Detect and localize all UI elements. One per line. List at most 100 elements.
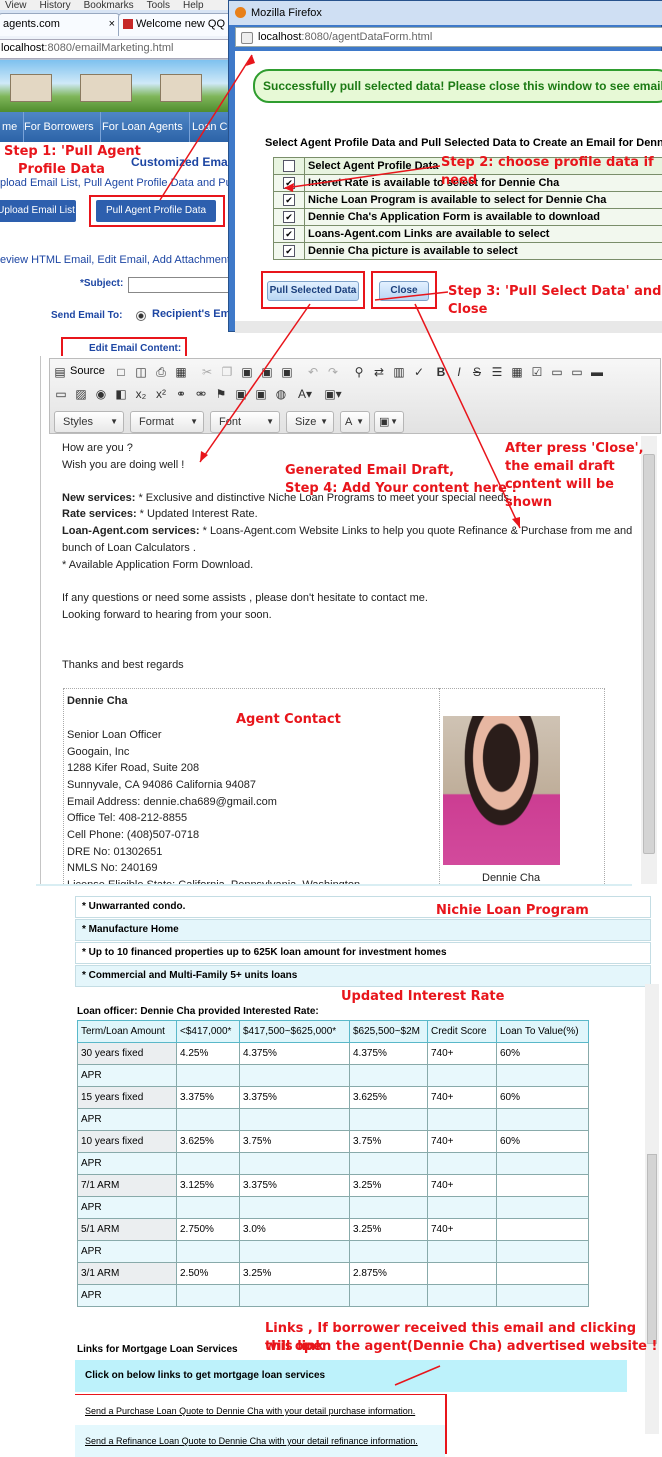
bold-icon[interactable]: B <box>434 365 448 379</box>
text-color-dropdown[interactable]: A▼ <box>340 411 370 433</box>
flash-icon[interactable]: ◉ <box>94 387 108 401</box>
replace-icon[interactable]: ⇄ <box>372 365 386 379</box>
subject-input[interactable] <box>128 277 232 293</box>
nav-loan[interactable]: Loan C <box>186 112 233 142</box>
bg-color-dropdown[interactable]: ▣▼ <box>374 411 404 433</box>
checkbox-rate[interactable]: ✔ <box>283 177 295 189</box>
agent-dre: DRE No: 01302651 <box>67 846 162 858</box>
editor-scrollbar-thumb[interactable] <box>643 454 655 854</box>
link-icon[interactable]: ⚭ <box>174 387 188 401</box>
close-icon[interactable]: × <box>109 14 115 34</box>
paste-text-icon[interactable]: ▣ <box>260 365 274 379</box>
styles-dropdown[interactable]: Styles▼ <box>54 411 124 433</box>
recipient-radio[interactable] <box>136 311 146 321</box>
page-subheading: pload Email List, Pull Agent Profile Dat… <box>0 177 237 189</box>
paste-icon[interactable]: ▣ <box>234 387 248 401</box>
paste-icon[interactable]: ▣ <box>240 365 254 379</box>
rate-cell <box>428 1263 497 1285</box>
image-icon[interactable]: ▭ <box>550 365 564 379</box>
globe-icon[interactable]: ◍ <box>274 387 288 401</box>
find-icon[interactable]: ⚲ <box>352 365 366 379</box>
redo-icon[interactable]: ↷ <box>326 365 340 379</box>
popup-url-field[interactable]: localhost:8080/agentDataForm.html <box>235 27 662 47</box>
rate-cell: APR <box>78 1285 177 1307</box>
chevron-down-icon: ▼ <box>110 412 118 432</box>
rate-row: 10 years fixed3.625%3.75%3.75%740+60% <box>78 1131 589 1153</box>
loan-program-section: * Unwarranted condo. * Manufacture Home … <box>40 884 662 1450</box>
checkbox-picture[interactable]: ✔ <box>283 245 295 257</box>
rate-row: APR <box>78 1109 589 1131</box>
rate-cell: 30 years fixed <box>78 1043 177 1065</box>
rate-row: APR <box>78 1065 589 1087</box>
strike-icon[interactable]: S <box>470 365 484 379</box>
unlink-icon[interactable]: ⚮ <box>194 387 208 401</box>
templates-icon[interactable]: ▦ <box>174 365 188 379</box>
image-insert-icon[interactable]: ▨ <box>74 387 88 401</box>
agent-company: Googain, Inc <box>67 746 129 758</box>
chevron-down-icon: ▼ <box>390 412 398 432</box>
select-all-checkbox[interactable] <box>283 160 295 172</box>
clear-format-icon[interactable]: ◧ <box>114 387 128 401</box>
step2-annotation: Step 2: choose profile data if need <box>441 154 662 190</box>
body-greeting: How are you ? <box>62 442 133 454</box>
checkbox-icon[interactable]: ☑ <box>530 365 544 379</box>
undo-icon[interactable]: ↶ <box>306 365 320 379</box>
size-dropdown[interactable]: Size▼ <box>286 411 334 433</box>
step3-annotation: Step 3: 'Pull Select Data' and Close <box>448 283 662 319</box>
select-all-icon[interactable]: ▥ <box>392 365 406 379</box>
tab-agents[interactable]: agents.com × <box>0 13 120 36</box>
nav-loan-agents[interactable]: For Loan Agents <box>96 112 190 142</box>
rate-cell: 3.75% <box>240 1131 350 1153</box>
spellcheck-icon[interactable]: ✓ <box>412 365 426 379</box>
address-bar: localhost:8080/emailMarketing.html <box>0 36 232 60</box>
format-dropdown[interactable]: Format▼ <box>130 411 204 433</box>
cut-icon[interactable]: ✂ <box>200 365 214 379</box>
text-color-icon[interactable]: A▾ <box>294 387 316 401</box>
rate-row: APR <box>78 1241 589 1263</box>
rate-cell: 3.625% <box>177 1131 240 1153</box>
paste-word-icon[interactable]: ▣ <box>280 365 294 379</box>
new-page-icon[interactable]: □ <box>114 365 128 379</box>
list-icon[interactable]: ☰ <box>490 365 504 379</box>
select-field-icon[interactable]: ▭ <box>570 365 584 379</box>
anchor-icon[interactable]: ⚑ <box>214 387 228 401</box>
subscript-icon[interactable]: x₂ <box>134 387 148 401</box>
pull-agent-profile-button[interactable]: Pull Agent Profile Data <box>96 200 216 222</box>
rate-cell: 740+ <box>428 1087 497 1109</box>
checkbox-application[interactable]: ✔ <box>283 211 295 223</box>
checkbox-links[interactable]: ✔ <box>283 228 295 240</box>
refinance-quote-link[interactable]: Send a Refinance Loan Quote to Dennie Ch… <box>75 1425 445 1457</box>
upload-email-list-button[interactable]: Upload Email List <box>0 200 76 222</box>
content-scrollbar-thumb[interactable] <box>647 1154 657 1344</box>
nav-borrowers[interactable]: For Borrowers <box>18 112 101 142</box>
body-la-services: Loan-Agent.com services: * Loans-Agent.c… <box>62 525 632 537</box>
italic-icon[interactable]: I <box>452 365 466 379</box>
pull-selected-data-button[interactable]: Pull Selected Data <box>267 281 359 301</box>
background-color-icon[interactable]: ▣▾ <box>322 387 344 401</box>
close-button[interactable]: Close <box>379 281 429 301</box>
popup-horizontal-scrollbar[interactable] <box>235 321 662 333</box>
table-icon[interactable]: ▦ <box>510 365 524 379</box>
document-icon[interactable]: ▤ <box>54 365 66 379</box>
font-label: Font <box>219 416 241 428</box>
button-field-icon[interactable]: ▬ <box>590 365 604 379</box>
url-field[interactable]: localhost:8080/emailMarketing.html <box>0 39 230 59</box>
print-icon[interactable]: ⎙ <box>154 365 168 379</box>
email-actions-links[interactable]: eview HTML Email, Edit Email, Add Attach… <box>0 254 230 266</box>
source-button[interactable]: Source <box>70 365 105 377</box>
preview-icon[interactable]: ◫ <box>134 365 148 379</box>
editor-toolbar: ▤ Source □ ◫ ⎙ ▦ ✂ ❐ ▣ ▣ ▣ ↶ ↷ ⚲ ⇄ ▥ ✓ B… <box>49 358 661 434</box>
checkbox-niche[interactable]: ✔ <box>283 194 295 206</box>
hidden-field-icon[interactable]: ▭ <box>54 387 68 401</box>
site-nav: me For Borrowers For Loan Agents Loan C <box>0 112 232 142</box>
tab-qq[interactable]: Welcome new QQ us <box>118 13 236 36</box>
purchase-quote-link[interactable]: Send a Purchase Loan Quote to Dennie Cha… <box>75 1395 445 1427</box>
rate-cell <box>497 1175 589 1197</box>
rate-cell: APR <box>78 1065 177 1087</box>
superscript-icon[interactable]: x² <box>154 387 168 401</box>
font-dropdown[interactable]: Font▼ <box>210 411 280 433</box>
paste-text-icon[interactable]: ▣ <box>254 387 268 401</box>
copy-icon[interactable]: ❐ <box>220 365 234 379</box>
agent-nmls: NMLS No: 240169 <box>67 862 158 874</box>
rate-header: <$417,000* <box>177 1021 240 1043</box>
